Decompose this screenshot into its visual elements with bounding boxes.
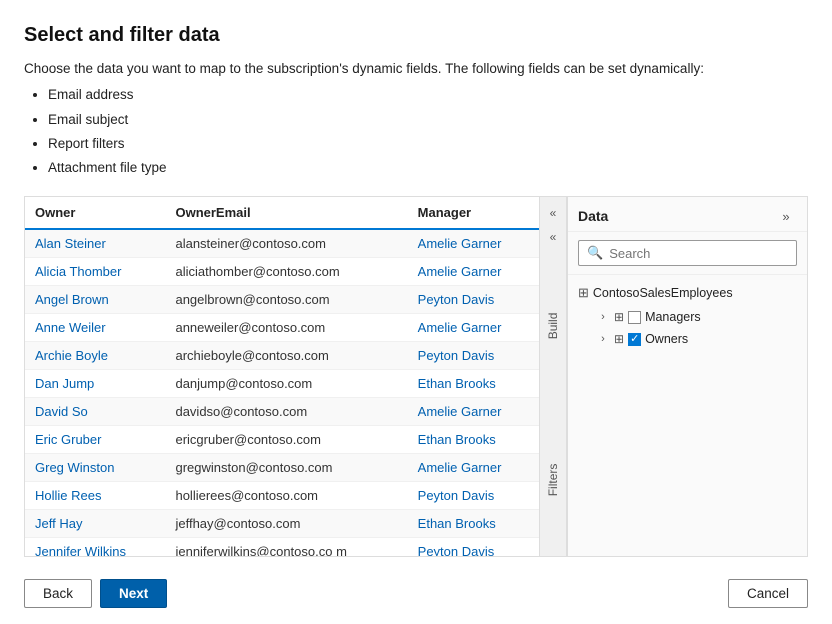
footer-left: Back Next (24, 579, 167, 608)
owner-cell[interactable]: Greg Winston (25, 454, 165, 482)
table-row: Eric Gruberericgruber@contoso.comEthan B… (25, 426, 539, 454)
tab-collapse-btn2[interactable]: « (539, 225, 567, 249)
manager-cell: Amelie Garner (408, 314, 539, 342)
owner-cell[interactable]: Archie Boyle (25, 342, 165, 370)
owners-table-icon: ⊞ (614, 332, 624, 346)
manager-cell: Amelie Garner (408, 398, 539, 426)
tab-collapse-btn[interactable]: « (539, 201, 567, 225)
tree-children: › ⊞ Managers › ⊞ Owners (578, 307, 797, 349)
table-row: Hollie Reeshollierees@contoso.comPeyton … (25, 482, 539, 510)
manager-cell: Peyton Davis (408, 482, 539, 510)
datasource-label: ⊞ ContosoSalesEmployees (578, 283, 797, 303)
email-cell: jenniferwilkins@contoso.co m (165, 538, 407, 556)
owner-cell[interactable]: Eric Gruber (25, 426, 165, 454)
email-cell: ericgruber@contoso.com (165, 426, 407, 454)
owner-cell[interactable]: Alicia Thomber (25, 258, 165, 286)
email-cell: jeffhay@contoso.com (165, 510, 407, 538)
tab-strip: « « Build Filters (539, 197, 567, 556)
owners-label: Owners (645, 332, 688, 346)
managers-table-icon: ⊞ (614, 310, 624, 324)
tree-root: ⊞ ContosoSalesEmployees › ⊞ Managers › ⊞ (578, 283, 797, 349)
cancel-button[interactable]: Cancel (728, 579, 808, 608)
table-row: Alicia Thomberaliciathomber@contoso.comA… (25, 258, 539, 286)
manager-cell: Peyton Davis (408, 538, 539, 556)
manager-cell: Peyton Davis (408, 342, 539, 370)
right-panel-title: Data (578, 208, 608, 224)
manager-cell: Amelie Garner (408, 229, 539, 258)
email-cell: aliciathomber@contoso.com (165, 258, 407, 286)
manager-cell: Peyton Davis (408, 286, 539, 314)
data-table-panel: Owner OwnerEmail Manager Alan Steinerala… (25, 197, 539, 556)
email-cell: anneweiler@contoso.com (165, 314, 407, 342)
data-table: Owner OwnerEmail Manager Alan Steinerala… (25, 197, 539, 556)
owner-cell[interactable]: Jennifer Wilkins (25, 538, 165, 556)
email-cell: hollierees@contoso.com (165, 482, 407, 510)
manager-cell: Amelie Garner (408, 454, 539, 482)
table-row: Jennifer Wilkinsjenniferwilkins@contoso.… (25, 538, 539, 556)
owner-cell[interactable]: Anne Weiler (25, 314, 165, 342)
table-row: Alan Steineralansteiner@contoso.comAmeli… (25, 229, 539, 258)
bullet-email-subject: Email subject (48, 108, 808, 132)
managers-chevron-icon[interactable]: › (596, 311, 610, 323)
bullet-email-address: Email address (48, 83, 808, 107)
bullet-attachment-file-type: Attachment file type (48, 156, 808, 180)
footer: Back Next Cancel (24, 565, 808, 624)
col-manager: Manager (408, 197, 539, 229)
search-box-container: 🔍 (568, 232, 807, 275)
main-area: Owner OwnerEmail Manager Alan Steinerala… (24, 196, 808, 557)
tree-item-owners[interactable]: › ⊞ Owners (596, 329, 797, 349)
email-cell: danjump@contoso.com (165, 370, 407, 398)
email-cell: davidso@contoso.com (165, 398, 407, 426)
db-icon: ⊞ (578, 285, 589, 301)
manager-cell: Amelie Garner (408, 258, 539, 286)
table-row: David Sodavidso@contoso.comAmelie Garner (25, 398, 539, 426)
next-button[interactable]: Next (100, 579, 167, 608)
page-title: Select and filter data (24, 24, 808, 47)
manager-cell: Ethan Brooks (408, 370, 539, 398)
owner-cell[interactable]: Angel Brown (25, 286, 165, 314)
tree-item-managers[interactable]: › ⊞ Managers (596, 307, 797, 327)
col-owner: Owner (25, 197, 165, 229)
right-panel: Data » 🔍 ⊞ ContosoSalesEmployees (567, 197, 807, 556)
managers-checkbox[interactable] (628, 311, 641, 324)
search-icon: 🔍 (587, 245, 603, 261)
table-row: Dan Jumpdanjump@contoso.comEthan Brooks (25, 370, 539, 398)
right-panel-header: Data » (568, 197, 807, 232)
managers-label: Managers (645, 310, 701, 324)
back-button[interactable]: Back (24, 579, 92, 608)
tab-build[interactable]: Build (542, 249, 564, 402)
owner-cell[interactable]: Hollie Rees (25, 482, 165, 510)
table-row: Angel Brownangelbrown@contoso.comPeyton … (25, 286, 539, 314)
right-panel-expand-btn[interactable]: » (775, 205, 797, 227)
description-text: Choose the data you want to map to the s… (24, 59, 808, 79)
email-cell: archieboyle@contoso.com (165, 342, 407, 370)
col-owner-email: OwnerEmail (165, 197, 407, 229)
manager-cell: Ethan Brooks (408, 510, 539, 538)
owner-cell[interactable]: David So (25, 398, 165, 426)
table-row: Archie Boylearchieboyle@contoso.comPeyto… (25, 342, 539, 370)
table-row: Jeff Hayjeffhay@contoso.comEthan Brooks (25, 510, 539, 538)
search-box[interactable]: 🔍 (578, 240, 797, 266)
owners-checkbox[interactable] (628, 333, 641, 346)
bullet-report-filters: Report filters (48, 132, 808, 156)
email-cell: angelbrown@contoso.com (165, 286, 407, 314)
datasource-name: ContosoSalesEmployees (593, 286, 733, 300)
owners-chevron-icon[interactable]: › (596, 333, 610, 345)
table-row: Anne Weileranneweiler@contoso.comAmelie … (25, 314, 539, 342)
bullet-list: Email address Email subject Report filte… (24, 83, 808, 180)
owner-cell[interactable]: Dan Jump (25, 370, 165, 398)
manager-cell: Ethan Brooks (408, 426, 539, 454)
right-panel-nav: » (775, 205, 797, 227)
search-input[interactable] (609, 246, 788, 261)
table-row: Greg Winstongregwinston@contoso.comAmeli… (25, 454, 539, 482)
tab-filters[interactable]: Filters (542, 403, 564, 556)
owner-cell[interactable]: Jeff Hay (25, 510, 165, 538)
tree-area: ⊞ ContosoSalesEmployees › ⊞ Managers › ⊞ (568, 275, 807, 556)
email-cell: alansteiner@contoso.com (165, 229, 407, 258)
owner-cell[interactable]: Alan Steiner (25, 229, 165, 258)
email-cell: gregwinston@contoso.com (165, 454, 407, 482)
